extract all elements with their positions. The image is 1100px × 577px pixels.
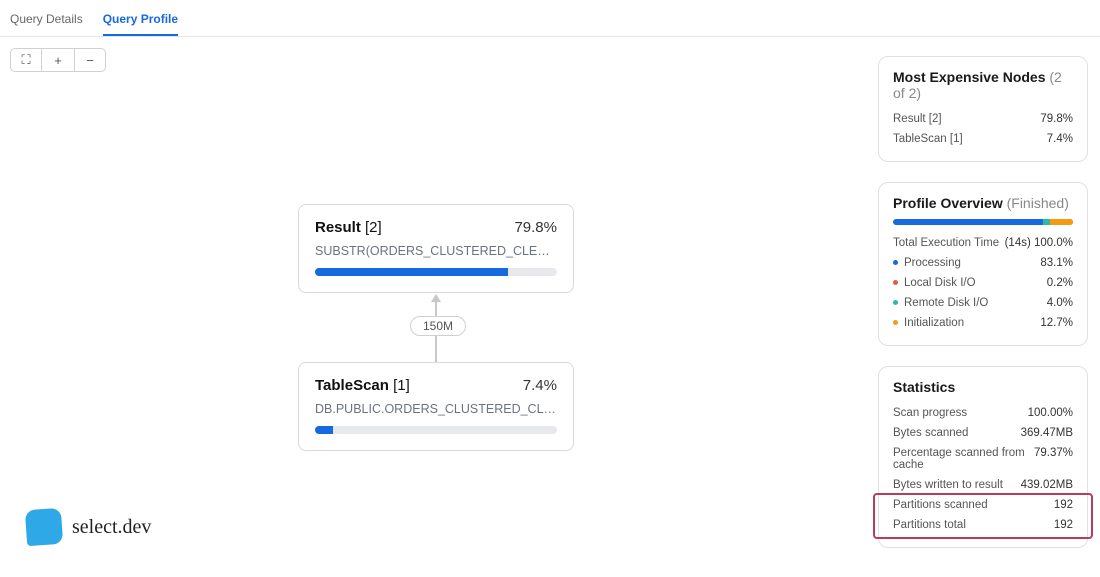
- stat-row: Percentage scanned from cache79.37%: [893, 443, 1073, 475]
- stat-row: Remote Disk I/O4.0%: [893, 293, 1073, 313]
- panel-most-expensive-title: Most Expensive Nodes (2 of 2): [893, 69, 1073, 101]
- panel-statistics: Statistics Scan progress100.00%Bytes sca…: [878, 366, 1088, 548]
- node-result-progress: [315, 268, 557, 276]
- dot-icon: [893, 320, 898, 325]
- stat-row: Initialization12.7%: [893, 313, 1073, 333]
- node-result-pct: 79.8%: [514, 219, 557, 236]
- panel-profile-overview-title: Profile Overview (Finished): [893, 195, 1073, 211]
- node-result[interactable]: Result [2] 79.8% SUBSTR(ORDERS_CLUSTERED…: [298, 204, 574, 293]
- stat-row: Partitions scanned192: [893, 495, 1073, 515]
- profile-canvas[interactable]: 150M Result [2] 79.8% SUBSTR(ORDERS_CLUS…: [0, 36, 880, 576]
- tab-query-profile[interactable]: Query Profile: [103, 8, 178, 36]
- stat-row: Bytes written to result439.02MB: [893, 475, 1073, 495]
- overview-bar: [893, 219, 1073, 225]
- stat-row: Partitions total192: [893, 515, 1073, 535]
- edge-label: 150M: [410, 316, 466, 336]
- node-result-title: Result [2]: [315, 219, 382, 236]
- dot-icon: [893, 280, 898, 285]
- tab-bar: Query Details Query Profile: [0, 0, 1100, 37]
- node-tablescan-subtitle: DB.PUBLIC.ORDERS_CLUSTERED_CLER…: [315, 402, 557, 416]
- stat-row: Processing83.1%: [893, 253, 1073, 273]
- stat-row: Local Disk I/O0.2%: [893, 273, 1073, 293]
- node-tablescan-title: TableScan [1]: [315, 377, 410, 394]
- tab-query-details[interactable]: Query Details: [10, 8, 83, 36]
- panel-profile-overview: Profile Overview (Finished) Total Execut…: [878, 182, 1088, 346]
- dot-icon: [893, 260, 898, 265]
- logo: select.dev: [26, 509, 151, 545]
- panel-statistics-title: Statistics: [893, 379, 1073, 395]
- logo-text: select.dev: [72, 516, 151, 539]
- stat-row: TableScan [1]7.4%: [893, 129, 1073, 149]
- overview-total-row: Total Execution Time(14s) 100.0%: [893, 233, 1073, 253]
- stat-row: Bytes scanned369.47MB: [893, 423, 1073, 443]
- stat-row: Scan progress100.00%: [893, 403, 1073, 423]
- node-tablescan[interactable]: TableScan [1] 7.4% DB.PUBLIC.ORDERS_CLUS…: [298, 362, 574, 451]
- dot-icon: [893, 300, 898, 305]
- stat-row: Result [2]79.8%: [893, 109, 1073, 129]
- panel-most-expensive: Most Expensive Nodes (2 of 2) Result [2]…: [878, 56, 1088, 162]
- node-tablescan-pct: 7.4%: [523, 377, 557, 394]
- node-tablescan-progress: [315, 426, 557, 434]
- node-result-subtitle: SUBSTR(ORDERS_CLUSTERED_CLERK_…: [315, 244, 557, 258]
- logo-icon: [25, 508, 63, 546]
